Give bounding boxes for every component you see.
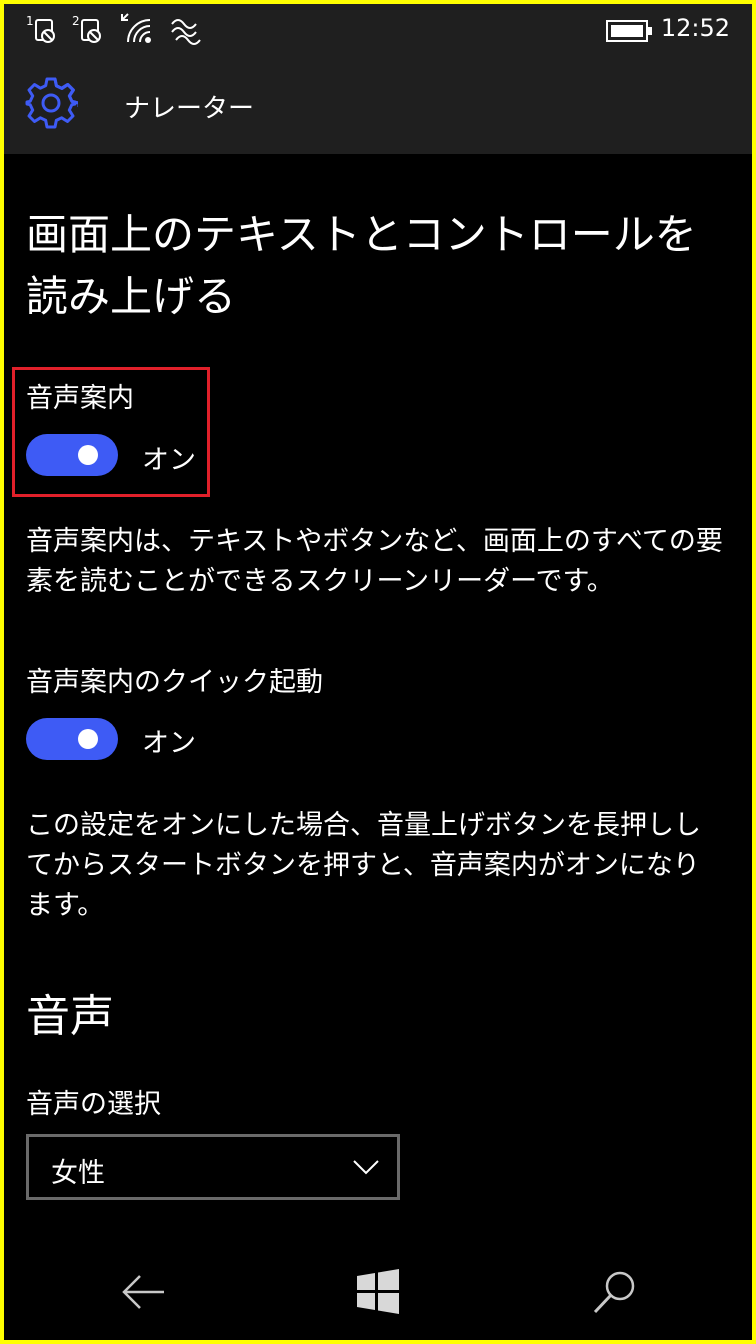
voice-section-title: 音声 xyxy=(26,991,114,1042)
voice-select-value: 女性 xyxy=(51,1158,105,1189)
sim2-no-signal-icon: 2 xyxy=(72,14,101,43)
battery-icon xyxy=(606,20,652,42)
gear-icon xyxy=(25,77,78,129)
voice-select-label: 音声の選択 xyxy=(26,1089,161,1120)
sim1-no-signal-icon: 1 xyxy=(26,14,55,43)
page-title: 画面上のテキストとコントロールを読み上げる xyxy=(26,210,697,321)
narrator-toggle[interactable] xyxy=(26,434,118,476)
quick-launch-description: この設定をオンにした場合、音量上げボタンを長押ししてからスタートボタンを押すと、… xyxy=(26,810,701,921)
back-arrow-icon[interactable] xyxy=(120,1268,168,1316)
narrator-toggle-state: オン xyxy=(142,445,196,476)
search-icon[interactable] xyxy=(590,1268,638,1316)
svg-text:1: 1 xyxy=(26,14,34,28)
wifi-icon xyxy=(121,13,151,43)
vibrate-icon xyxy=(171,19,201,45)
clock: 12:52 xyxy=(660,14,730,42)
phone-screen: 1 2 12:52 ナレーター 画面上のテキストとコントロールを読み上げる 音声… xyxy=(0,0,756,1344)
voice-select[interactable]: 女性 xyxy=(26,1134,400,1200)
narrator-description: 音声案内は、テキストやボタンなど、画面上のすべての要素を読むことができるスクリー… xyxy=(26,526,723,597)
status-bar: 1 2 12:52 xyxy=(4,4,752,56)
navigation-bar xyxy=(4,1240,752,1340)
app-title: ナレーター xyxy=(124,94,255,124)
narrator-label: 音声案内 xyxy=(26,383,134,414)
settings-content: 画面上のテキストとコントロールを読み上げる 音声案内 オン 音声案内は、テキスト… xyxy=(4,154,752,1244)
chevron-down-icon xyxy=(353,1160,379,1175)
quick-launch-label: 音声案内のクイック起動 xyxy=(26,667,323,698)
toggle-knob xyxy=(78,729,98,749)
svg-text:2: 2 xyxy=(72,14,80,28)
app-header: ナレーター xyxy=(4,56,752,154)
toggle-knob xyxy=(78,445,98,465)
quick-launch-toggle-state: オン xyxy=(142,728,196,759)
windows-start-icon[interactable] xyxy=(354,1268,402,1316)
quick-launch-toggle[interactable] xyxy=(26,718,118,760)
